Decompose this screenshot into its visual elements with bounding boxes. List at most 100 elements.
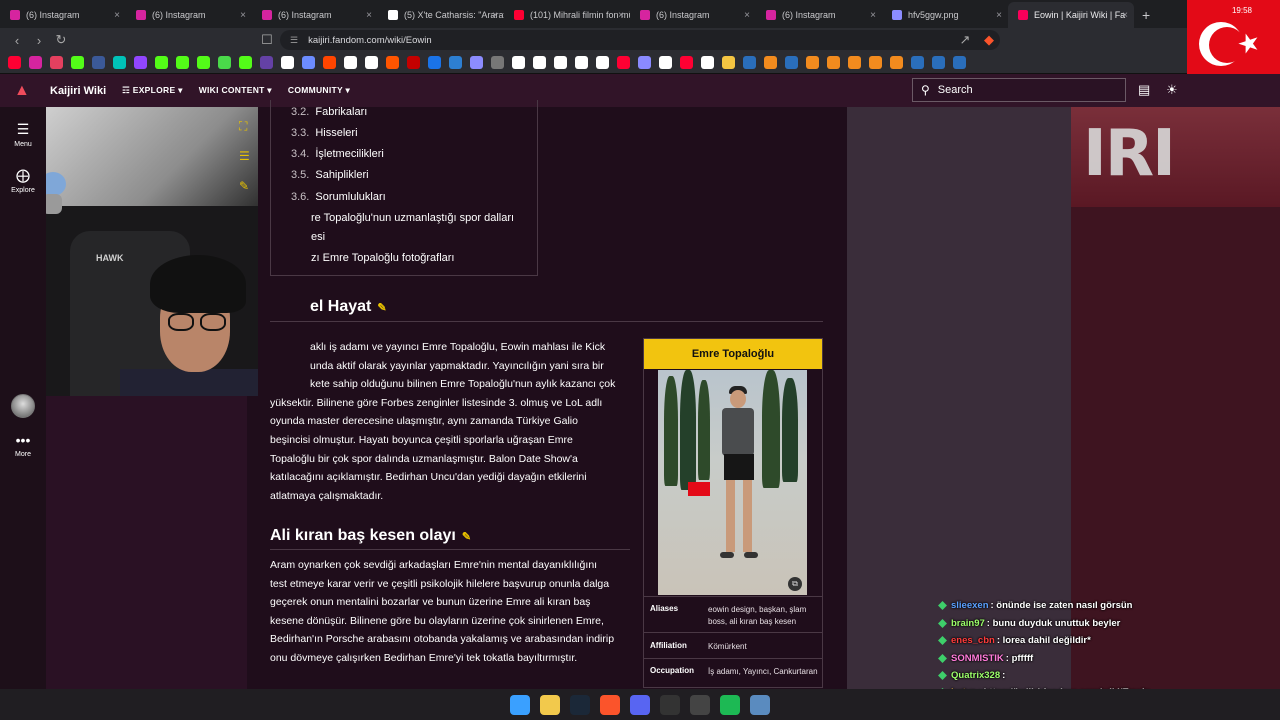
bookmark-favicon-icon[interactable] (785, 56, 798, 69)
brave-browser-icon[interactable] (600, 694, 620, 715)
settings-icon[interactable] (750, 694, 770, 715)
close-tab-icon[interactable]: × (240, 10, 246, 21)
close-tab-icon[interactable]: × (996, 10, 1002, 21)
close-tab-icon[interactable]: × (114, 10, 120, 21)
infobox-photo[interactable]: ⧉ (658, 370, 807, 595)
close-tab-icon[interactable]: × (870, 10, 876, 21)
bookmark-favicon-icon[interactable] (680, 56, 693, 69)
bookmark-favicon-icon[interactable] (743, 56, 756, 69)
bookmark-favicon-icon[interactable] (911, 56, 924, 69)
close-tab-icon[interactable]: × (492, 10, 498, 21)
browser-tab[interactable]: hfv5ggw.png × (882, 2, 1008, 28)
user-avatar[interactable] (11, 394, 35, 418)
bookmark-favicon-icon[interactable] (554, 56, 567, 69)
bookmark-favicon-icon[interactable] (491, 56, 504, 69)
edit-pencil-icon[interactable]: ✎ (377, 302, 386, 314)
bookmark-favicon-icon[interactable] (323, 56, 336, 69)
toc-item[interactable]: 3.3. Hisseleri (291, 127, 358, 139)
new-tab-button[interactable]: + (1134, 2, 1158, 28)
bookmark-favicon-icon[interactable] (827, 56, 840, 69)
toc-item[interactable]: 3.4. İşletmecilikleri (291, 148, 384, 160)
browser-tab[interactable]: (6) Instagram × (126, 2, 252, 28)
toc-item[interactable]: 3.2. Fabrikaları (291, 106, 367, 118)
bookmark-favicon-icon[interactable] (848, 56, 861, 69)
bookmark-favicon-icon[interactable] (869, 56, 882, 69)
forward-icon[interactable]: › (28, 29, 50, 51)
bookmark-favicon-icon[interactable] (50, 56, 63, 69)
bookmark-favicon-icon[interactable] (71, 56, 84, 69)
rail-more-button[interactable]: ••• More (0, 432, 46, 458)
browser-tab[interactable]: (6) Instagram × (630, 2, 756, 28)
expand-image-icon[interactable]: ⧉ (788, 577, 802, 591)
epic-games-icon[interactable] (660, 694, 680, 715)
bookmark-favicon-icon[interactable] (932, 56, 945, 69)
bookmark-favicon-icon[interactable] (260, 56, 273, 69)
menu-explore[interactable]: ☶ EXPLORE ▾ (122, 85, 183, 96)
toc-item[interactable]: esi (311, 231, 325, 243)
bookmark-favicon-icon[interactable] (386, 56, 399, 69)
bookmark-favicon-icon[interactable] (596, 56, 609, 69)
bookmark-favicon-icon[interactable] (29, 56, 42, 69)
bookmark-favicon-icon[interactable] (701, 56, 714, 69)
spotify-icon[interactable] (720, 694, 740, 715)
discord-icon[interactable] (630, 694, 650, 715)
share-icon[interactable]: ↗ (954, 29, 976, 51)
bookmark-favicon-icon[interactable] (218, 56, 231, 69)
toc-item[interactable]: 3.5. Sahiplikleri (291, 169, 369, 181)
site-settings-icon[interactable]: ☰ (290, 35, 298, 46)
bookmark-favicon-icon[interactable] (428, 56, 441, 69)
back-icon[interactable]: ‹ (6, 29, 28, 51)
bookmark-favicon-icon[interactable] (344, 56, 357, 69)
browser-tab[interactable]: Eowin | Kaijiri Wiki | Fa × (1008, 2, 1134, 28)
bookmark-favicon-icon[interactable] (239, 56, 252, 69)
close-tab-icon[interactable]: × (366, 10, 372, 21)
reload-icon[interactable]: ↻ (50, 29, 72, 51)
rail-menu-button[interactable]: ☰ Menu (0, 121, 46, 148)
bookmark-favicon-icon[interactable] (8, 56, 21, 69)
bookmark-icon[interactable]: ☐ (256, 29, 278, 51)
close-tab-icon[interactable]: × (1122, 10, 1128, 21)
bookmark-favicon-icon[interactable] (806, 56, 819, 69)
bookmark-favicon-icon[interactable] (470, 56, 483, 69)
bookmark-favicon-icon[interactable] (302, 56, 315, 69)
bookmark-favicon-icon[interactable] (764, 56, 777, 69)
browser-tab[interactable]: (6) Instagram × (756, 2, 882, 28)
wiki-title[interactable]: Kaijiri Wiki (50, 85, 106, 97)
url-field[interactable]: ☰ kaijiri.fandom.com/wiki/Eowin (280, 30, 1000, 50)
toc-item[interactable]: 3.6. Sorumlulukları (291, 191, 386, 203)
browser-tab[interactable]: (6) Instagram × (252, 2, 378, 28)
bookmark-favicon-icon[interactable] (953, 56, 966, 69)
taskbar-clock[interactable]: 19:58 (1232, 5, 1252, 16)
app-icon[interactable] (690, 694, 710, 715)
bookmark-favicon-icon[interactable] (281, 56, 294, 69)
bookmark-favicon-icon[interactable] (197, 56, 210, 69)
bookmark-favicon-icon[interactable] (722, 56, 735, 69)
bookmark-favicon-icon[interactable] (92, 56, 105, 69)
fullscreen-icon[interactable]: ⛶ (239, 119, 247, 134)
fandom-logo-icon[interactable]: ▲ (14, 82, 32, 100)
browser-tab[interactable]: (5) X'te Catharsis: "Ararat (× (378, 2, 504, 28)
theme-toggle-icon[interactable]: ☀ (1166, 82, 1178, 98)
search-box[interactable]: ⚲ Search (912, 78, 1126, 102)
edit-pencil-icon[interactable]: ✎ (462, 531, 471, 543)
bookmark-favicon-icon[interactable] (533, 56, 546, 69)
bookmark-favicon-icon[interactable] (575, 56, 588, 69)
close-tab-icon[interactable]: × (618, 10, 624, 21)
file-explorer-icon[interactable] (540, 694, 560, 715)
edit-icon[interactable]: ✎ (239, 179, 249, 193)
discussions-icon[interactable]: ▤ (1138, 82, 1150, 98)
bookmark-favicon-icon[interactable] (617, 56, 630, 69)
bookmark-favicon-icon[interactable] (512, 56, 525, 69)
brave-shields-icon[interactable]: ◆ (978, 29, 1000, 51)
rail-explore-button[interactable]: ⨁ Explore (0, 167, 46, 194)
toc-list-icon[interactable]: ☰ (239, 149, 250, 163)
bookmark-favicon-icon[interactable] (638, 56, 651, 69)
bookmark-favicon-icon[interactable] (134, 56, 147, 69)
toc-item[interactable]: zı Emre Topaloğlu fotoğrafları (311, 252, 454, 264)
browser-tab[interactable]: (101) Mihrali filmin fon mü × (504, 2, 630, 28)
bookmark-favicon-icon[interactable] (407, 56, 420, 69)
browser-tab[interactable]: (6) Instagram × (0, 2, 126, 28)
bookmark-favicon-icon[interactable] (449, 56, 462, 69)
bookmark-favicon-icon[interactable] (365, 56, 378, 69)
bookmark-favicon-icon[interactable] (155, 56, 168, 69)
